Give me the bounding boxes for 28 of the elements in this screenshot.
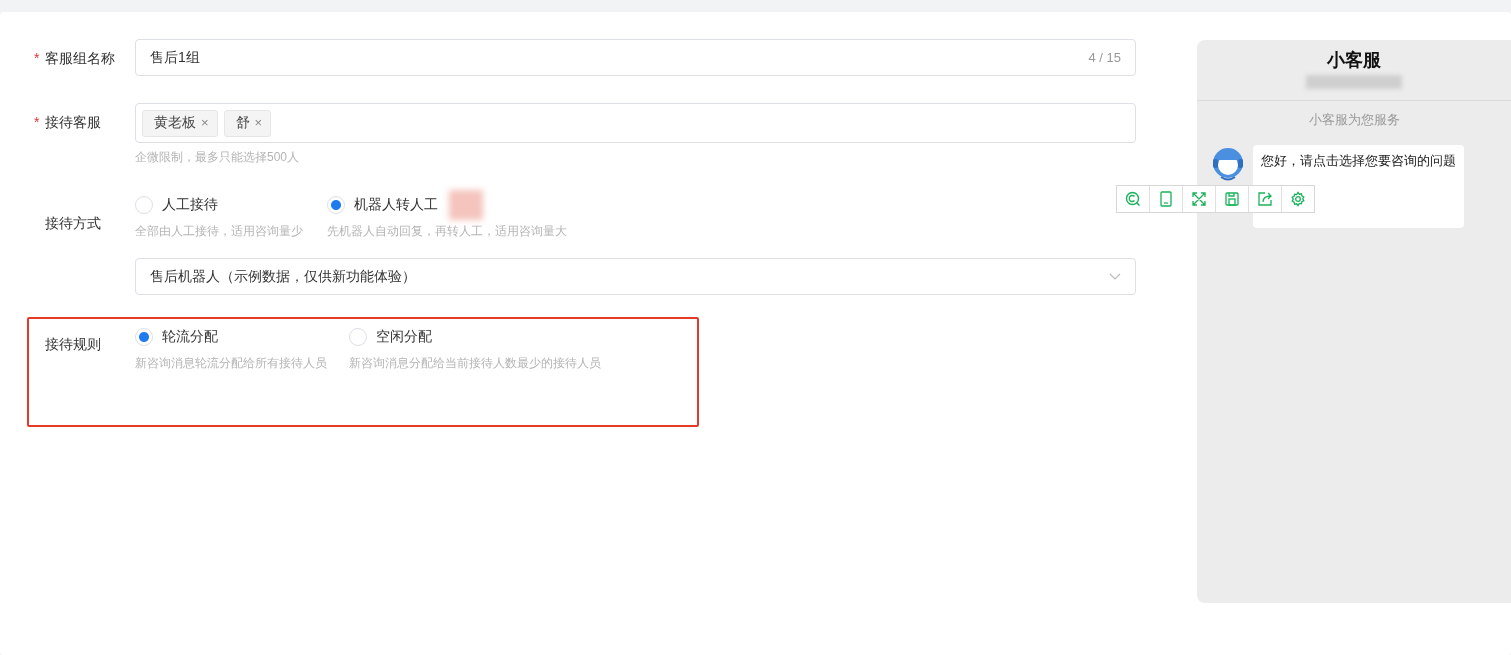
chat-message: 您好，请点击选择您要咨询的问题 [1261, 154, 1456, 168]
radio-button[interactable] [135, 328, 153, 346]
required-mark: * [34, 113, 41, 132]
option-label: 空闲分配 [376, 328, 432, 346]
option-label: 机器人转人工 [354, 196, 438, 214]
blurred-patch [449, 190, 483, 220]
option-description: 全部由人工接待，适用咨询量少 [135, 223, 303, 240]
radio-button[interactable] [327, 196, 345, 214]
field-label: 客服组名称 [45, 49, 115, 68]
radio-button[interactable] [349, 328, 367, 346]
tag-name: 舒 [235, 113, 250, 132]
field-label: 接待方式 [45, 214, 101, 233]
option-description: 新咨询消息轮流分配给所有接待人员 [135, 355, 327, 372]
field-label: 接待规则 [45, 336, 101, 352]
radio-button[interactable] [135, 196, 153, 214]
robot-select[interactable]: 售后机器人（示例数据，仅供新功能体验） [135, 258, 1136, 295]
chevron-down-icon [1109, 272, 1121, 281]
field-hint: 企微限制，最多只能选择500人 [135, 149, 301, 166]
field-label: 接待客服 [45, 113, 101, 132]
tag-name: 黄老板 [154, 113, 196, 132]
option-description: 新咨询消息分配给当前接待人数最少的接待人员 [349, 355, 601, 372]
option-label: 轮流分配 [162, 328, 218, 346]
chat-title: 小客服 [1327, 49, 1381, 72]
required-mark: * [34, 49, 41, 68]
chat-subtitle: 小客服为您服务 [1307, 111, 1401, 129]
group-name-field[interactable]: 售后1组 4 / 15 [135, 39, 1136, 76]
option-description: 先机器人自动回复，再转人工，适用咨询量大 [327, 223, 567, 240]
option-label: 人工接待 [162, 196, 218, 214]
